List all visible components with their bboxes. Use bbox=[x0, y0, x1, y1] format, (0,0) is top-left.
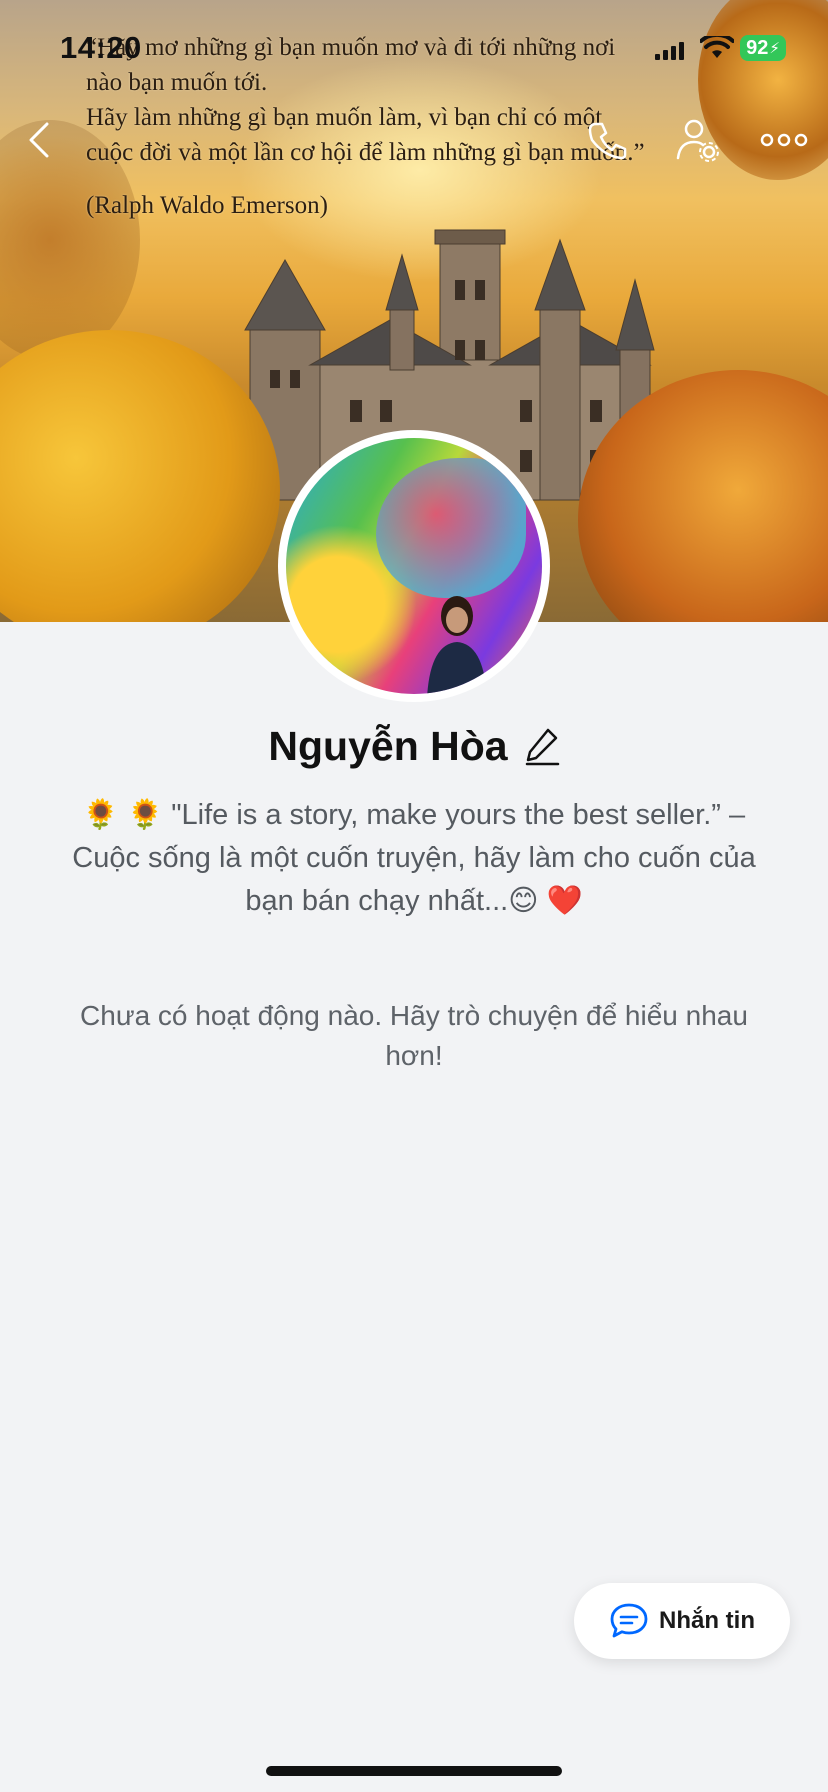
signal-icon bbox=[655, 40, 685, 60]
profile-name: Nguyễn Hòa bbox=[268, 722, 508, 769]
message-button[interactable]: Nhắn tin bbox=[574, 1583, 790, 1659]
edit-icon[interactable] bbox=[524, 726, 560, 766]
more-icon bbox=[760, 133, 808, 147]
quote-author: (Ralph Waldo Emerson) bbox=[86, 192, 328, 219]
more-button[interactable] bbox=[754, 110, 814, 170]
empty-activity-message: Chưa có hoạt động nào. Hãy trò chuyện để… bbox=[80, 1000, 748, 1071]
call-button[interactable] bbox=[578, 110, 638, 170]
profile-settings-button[interactable] bbox=[668, 110, 728, 170]
home-indicator bbox=[266, 1766, 562, 1776]
bio-line: 🌻 🌻 "Life is a story, make yours the bes… bbox=[82, 799, 746, 831]
back-icon bbox=[29, 122, 49, 158]
back-button[interactable] bbox=[10, 110, 70, 170]
wifi-icon bbox=[700, 36, 734, 58]
bio-line: Cuộc sống là một cuốn truyện, hãy làm ch… bbox=[72, 842, 756, 874]
user-settings-icon bbox=[676, 119, 719, 162]
status-bar: 14:20 92 ⚡ bbox=[0, 0, 828, 100]
battery-icon: 92 ⚡ bbox=[740, 35, 786, 61]
bio-line: bạn bán chạy nhất...😊 ❤️ bbox=[245, 885, 583, 917]
avatar[interactable] bbox=[278, 430, 550, 702]
avatar-person bbox=[427, 596, 487, 694]
avatar-image bbox=[286, 438, 542, 694]
message-button-label: Nhắn tin bbox=[659, 1607, 755, 1634]
phone-icon bbox=[588, 122, 627, 160]
profile-bio: 🌻 🌻 "Life is a story, make yours the bes… bbox=[40, 794, 788, 923]
status-time: 14:20 bbox=[60, 30, 142, 65]
avatar-decoration bbox=[376, 458, 526, 598]
profile-name-row: Nguyễn Hòa bbox=[0, 718, 828, 774]
battery-level: 92 bbox=[746, 36, 769, 59]
chat-icon bbox=[610, 1603, 648, 1638]
